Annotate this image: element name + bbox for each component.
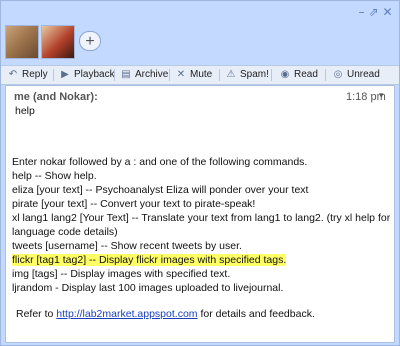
toolbar-divider (325, 69, 326, 81)
refer-line: Refer to http://lab2market.appspot.com f… (16, 308, 315, 320)
playback-label: Playback (74, 69, 115, 80)
unread-label: Unread (347, 69, 380, 80)
read-button[interactable]: ◉ Read (279, 66, 318, 84)
mute-label: Mute (190, 69, 213, 80)
toolbar: ↶ Reply ▶ Playback ▤ Archive ✕ Mute ⚠ Spam! ◉… (1, 65, 399, 85)
toolbar-divider (169, 69, 170, 81)
playback-button[interactable]: ▶ Playback (59, 66, 115, 84)
toolbar-divider (219, 69, 220, 81)
read-label: Read (294, 69, 318, 80)
refer-suffix: for details and feedback. (200, 308, 315, 320)
reply-label: Reply (22, 69, 48, 80)
refer-prefix: Refer to (16, 308, 54, 320)
unread-button[interactable]: ◎ Unread (332, 66, 380, 84)
spam-label: Spam! (240, 69, 269, 80)
message-line: img [tags] -- Display images with specif… (12, 268, 231, 280)
message-line: eliza [your text] -- Psychoanalyst Eliza… (12, 184, 309, 196)
message-pane: me (and Nokar): 1:18 pm ▾ help Enter nok… (5, 85, 395, 343)
message-line: language code details) (12, 226, 118, 238)
feedback-link[interactable]: http://lab2market.appspot.com (56, 308, 197, 320)
chevron-down-icon[interactable]: ▾ (379, 91, 384, 101)
highlighted-line: flickr [tag1 tag2] -- Display flickr ima… (12, 254, 287, 266)
participants-bar: + (1, 23, 399, 65)
message-line: xl lang1 lang2 [Your Text] -- Translate … (12, 212, 391, 224)
reply-button[interactable]: ↶ Reply (7, 66, 48, 84)
spam-icon: ⚠ (226, 69, 236, 80)
message-sender: me (and Nokar): (14, 91, 98, 103)
toolbar-divider (53, 69, 54, 81)
playback-icon: ▶ (61, 69, 69, 80)
close-icon[interactable]: ✕ (381, 6, 394, 18)
archive-label: Archive (135, 69, 169, 80)
archive-button[interactable]: ▤ Archive (120, 66, 168, 84)
message-line: tweets [username] -- Show recent tweets … (12, 240, 242, 252)
avatar[interactable] (41, 25, 75, 59)
popout-icon[interactable]: ⇗ (367, 6, 380, 18)
toolbar-divider (114, 69, 115, 81)
message-line: help -- Show help. (12, 170, 97, 182)
read-icon: ◉ (280, 69, 290, 80)
reply-icon: ↶ (8, 69, 18, 80)
spam-button[interactable]: ⚠ Spam! (225, 66, 269, 84)
message-line: ljrandom - Display last 100 images uploa… (12, 282, 284, 294)
add-participant-button[interactable]: + (79, 31, 101, 51)
chat-window: – ⇗ ✕ + ↶ Reply ▶ Playback ▤ Archive ✕ Mute … (0, 0, 400, 346)
unread-icon: ◎ (333, 69, 343, 80)
message-body: help (15, 105, 35, 117)
mute-icon: ✕ (176, 69, 186, 80)
mute-button[interactable]: ✕ Mute (175, 66, 212, 84)
message-line: Enter nokar followed by a : and one of t… (12, 156, 308, 168)
avatar[interactable] (5, 25, 39, 59)
title-bar: – ⇗ ✕ (1, 1, 399, 23)
message-line: pirate [your text] -- Convert your text … (12, 198, 256, 210)
archive-icon: ▤ (121, 69, 131, 80)
toolbar-divider (271, 69, 272, 81)
